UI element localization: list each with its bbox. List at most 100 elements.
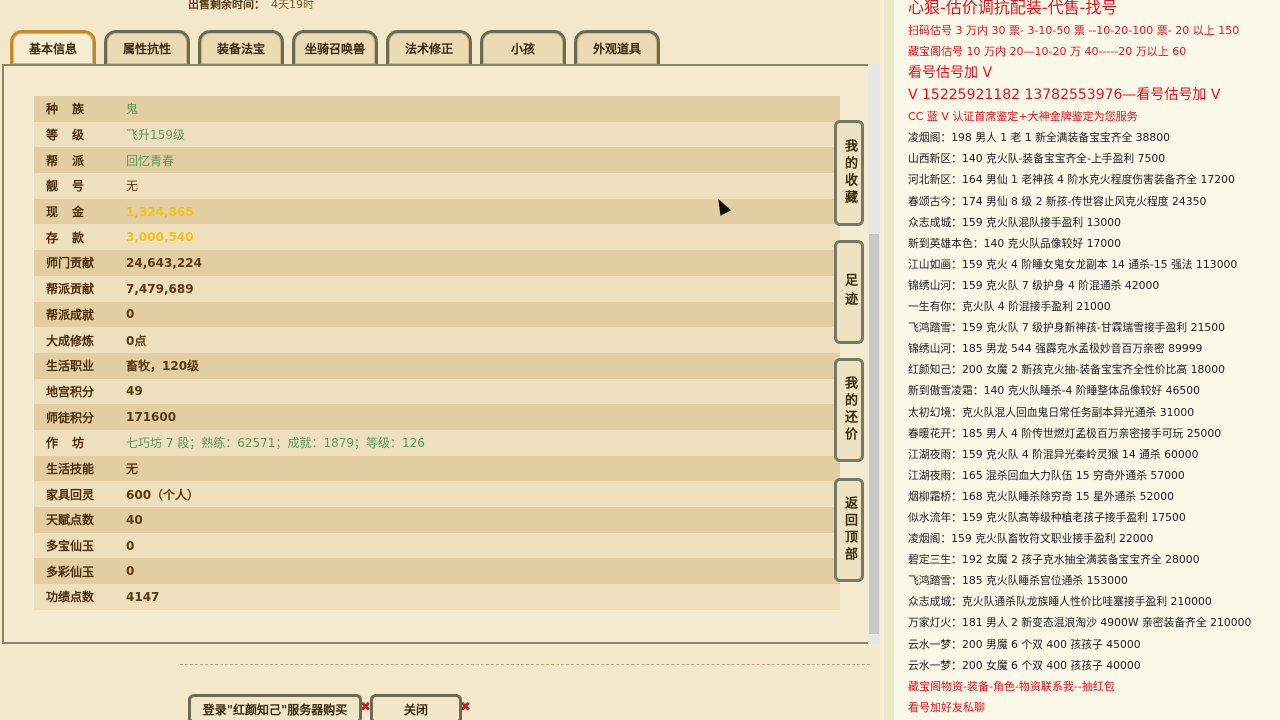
- attribute-label: 帮派贡献: [46, 282, 95, 297]
- ad-line-text: 万家灯火：181 男人 2 新变态混浪淘沙 4900W 亲密装备齐全 21000…: [908, 616, 1252, 630]
- attribute-value: 无: [126, 461, 139, 476]
- tab-equipment[interactable]: 装备法宝: [198, 30, 284, 64]
- scrollbar[interactable]: [868, 64, 880, 644]
- tab-attributes-resistance[interactable]: 属性抗性: [104, 30, 190, 64]
- ad-line-text: V 15225921182 13782553976—看号估号加 V: [908, 87, 1221, 104]
- sale-time-value: 4天19时: [271, 0, 314, 11]
- ad-line-text: 藏宝阁物资-装备-角色-物资联系我--抽红包: [908, 679, 1115, 693]
- attribute-label: 多宝仙玉: [46, 539, 95, 554]
- attribute-label: 生活技能: [46, 461, 95, 476]
- attribute-label: 功绩点数: [46, 590, 95, 605]
- ad-line: V 15225921182 13782553976—看号估号加 V: [908, 84, 1280, 106]
- ad-line-text: 云水一梦：200 女魔 6 个双 400 孩孩子 40000: [908, 658, 1141, 672]
- ad-line-text: 众志成城：159 克火队混队接手盈利 13000: [908, 215, 1121, 229]
- tab-mounts-summons[interactable]: 坐骑召唤兽: [292, 30, 378, 64]
- attribute-label: 师徒积分: [46, 410, 95, 425]
- attribute-label: 大成修炼: [46, 333, 95, 348]
- attribute-label: 天赋点数: [46, 513, 95, 528]
- info-panel: 种族鬼等级 飞升159级 帮派 回忆青春 靓号无现金 1,324,865 存款 3,000,5…: [2, 64, 872, 644]
- attribute-row: 天赋点数 40: [34, 507, 840, 533]
- ad-line: 似水流年：159 克火队高等级种植老孩子接手盈利 17500: [908, 507, 1280, 528]
- my-bargain-button[interactable]: 我的还价: [834, 358, 864, 462]
- attribute-label: 作坊: [46, 436, 99, 451]
- attribute-row: 师门贡献 24,643,224: [34, 250, 840, 276]
- ad-line-text: 河北新区：164 男仙 1 老神孩 4 阶水克火程度伤害装备齐全 17200: [908, 173, 1235, 187]
- ad-line: 碧定三生：192 女魔 2 孩子克水抽全满装备宝宝齐全 28000: [908, 549, 1280, 570]
- ad-line: 众志成城：克火队通杀队龙族睡人性价比哇塞接手盈利 210000: [908, 591, 1280, 612]
- login-server-buy-button[interactable]: 登录"红颜知己"服务器购买: [188, 694, 362, 720]
- footprint-label: 足迹: [842, 273, 857, 311]
- ad-line-text: 新到傲雪凌霜：140 克火队睡杀-4 阶睡整体品像较好 46500: [908, 384, 1200, 398]
- ad-line: 万家灯火：181 男人 2 新变态混浪淘沙 4900W 亲密装备齐全 21000…: [908, 612, 1280, 633]
- attribute-label: 多彩仙玉: [46, 564, 95, 579]
- my-favorites-button[interactable]: 我的收藏: [834, 120, 864, 226]
- ad-line-text: 太初幻境：克火队混人回血鬼日常任务副本异光通杀 31000: [908, 405, 1195, 419]
- sale-time-label: 出售剩余时间：: [188, 0, 265, 11]
- back-to-top-label: 返回顶部: [842, 496, 857, 564]
- close-button[interactable]: 关闭: [370, 694, 462, 720]
- ad-line-text: 碧定三生：192 女魔 2 孩子克水抽全满装备宝宝齐全 28000: [908, 553, 1200, 567]
- ad-line: 藏宝阁物资-装备-角色-物资联系我--抽红包: [908, 676, 1280, 697]
- ad-line: 看号估号加 V: [908, 62, 1280, 84]
- attribute-value: 0点: [126, 333, 147, 348]
- attribute-row: 存款 3,000,540: [34, 224, 840, 251]
- ad-lines: 扫码估号 3 万内 30 票- 3-10-50 票 --10-20-100 票-…: [908, 20, 1280, 718]
- attribute-row: 等级 飞升159级: [34, 121, 840, 148]
- ad-line-text: 锦绣山河：159 克火队 7 级护身 4 阶混通杀 42000: [908, 278, 1160, 292]
- ad-line-text: 江湖夜雨：159 克火队 4 阶混异光秦岭灵猴 14 通杀 60000: [908, 447, 1199, 461]
- ad-line-text: 藏宝阁估号 10 万内 20—10-20 万 40-----20 万以上 60: [908, 45, 1187, 59]
- game-window: 出售剩余时间： 4天19时 基本信息 属性抗性 装备法宝 坐骑召唤兽 法术修正 小…: [0, 0, 880, 720]
- ad-line: 凌烟阁：159 克火队畜牧符文职业接手盈利 22000: [908, 528, 1280, 549]
- tab-spell-correction[interactable]: 法术修正: [386, 30, 472, 64]
- scrollbar-thumb[interactable]: [869, 234, 879, 634]
- ad-line-text: 一生有你：克火队 4 阶混接手盈利 21000: [908, 300, 1111, 314]
- ad-line-text: 飞鸿踏雪：185 克火队睡杀宫位通杀 153000: [908, 574, 1128, 588]
- ad-line: 烟柳霜桥：168 克火队睡杀除穷奇 15 星外通杀 52000: [908, 486, 1280, 507]
- attribute-label: 师门贡献: [46, 256, 95, 271]
- attribute-row: 生活技能 无: [34, 455, 840, 482]
- footprint-button[interactable]: 足迹: [834, 240, 864, 344]
- attribute-label: 地宫积分: [46, 384, 95, 399]
- ad-line-text: 看号估号加 V: [908, 65, 993, 82]
- ad-line: 锦绣山河：185 男龙 544 强霹克水孟极妙音百万亲密 89999: [908, 338, 1280, 359]
- attribute-value: 171600: [126, 410, 177, 425]
- attribute-label: 靓号: [46, 179, 99, 194]
- ad-line-text: CC 蓝 V 认证首席鉴定+大神金牌鉴定为您服务: [908, 110, 1138, 124]
- ad-line: 江湖夜雨：159 克火队 4 阶混异光秦岭灵猴 14 通杀 60000: [908, 444, 1280, 465]
- attribute-label: 种族: [46, 102, 99, 117]
- ad-line: 红颜知己：200 女魔 2 新孩克火抽-装备宝宝齐全性价比高 18000: [908, 359, 1280, 380]
- ad-line-text: 江湖夜雨：165 混杀回血大力队伍 15 穷奇外通杀 57000: [908, 468, 1185, 482]
- attribute-value: 4147: [126, 589, 160, 604]
- ad-line-text: 烟柳霜桥：168 克火队睡杀除穷奇 15 星外通杀 52000: [908, 489, 1174, 503]
- ad-line-text: 江山如画：159 克火 4 阶睡女鬼女龙副本 14 通杀-15 强法 11300…: [908, 257, 1238, 271]
- ad-line: 江湖夜雨：165 混杀回血大力队伍 15 穷奇外通杀 57000: [908, 465, 1280, 486]
- ad-line-text: 众志成城：克火队通杀队龙族睡人性价比哇塞接手盈利 210000: [908, 595, 1212, 609]
- attribute-value: 畜牧，120级: [126, 359, 200, 374]
- attribute-row: 帮派贡献 7,479,689: [34, 275, 840, 302]
- attribute-value: 0: [126, 564, 135, 579]
- back-to-top-button[interactable]: 返回顶部: [834, 478, 864, 582]
- attribute-label: 等级: [46, 128, 99, 143]
- overlay-edge: [884, 0, 894, 720]
- ad-line-text: 飞鸿踏雪：159 克火队 7 级护身新神孩-甘霖瑞雪接手盈利 21500: [908, 321, 1225, 335]
- ad-line-text: 红颜知己：200 女魔 2 新孩克火抽-装备宝宝齐全性价比高 18000: [908, 363, 1225, 377]
- tab-children[interactable]: 小孩: [480, 30, 566, 64]
- attribute-label: 存款: [46, 230, 99, 245]
- attribute-label: 帮派: [46, 153, 99, 168]
- ad-line: 锦绣山河：159 克火队 7 级护身 4 阶混通杀 42000: [908, 275, 1280, 296]
- ad-line-text: 凌烟阁：159 克火队畜牧符文职业接手盈利 22000: [908, 532, 1154, 546]
- attribute-label: 家具回灵: [46, 487, 95, 502]
- ad-line: 春暖花开：185 男人 4 阶传世燃灯孟极百万亲密接手可玩 25000: [908, 423, 1280, 444]
- tab-basic-info[interactable]: 基本信息: [10, 30, 96, 64]
- sale-remaining-time: 出售剩余时间： 4天19时: [188, 0, 314, 12]
- ad-line: 看号加好友私聊: [908, 697, 1280, 718]
- attribute-row: 靓号 无: [34, 173, 840, 199]
- ad-line: 藏宝阁估号 10 万内 20—10-20 万 40-----20 万以上 60: [908, 41, 1280, 62]
- ad-line: 一生有你：克火队 4 阶混接手盈利 21000: [908, 296, 1280, 317]
- ad-line: 云水一梦：200 男魔 6 个双 400 孩孩子 45000: [908, 634, 1280, 655]
- tab-appearance-items[interactable]: 外观道具: [574, 30, 660, 64]
- close-x-icon-2[interactable]: ✖: [460, 700, 471, 715]
- ad-line: 河北新区：164 男仙 1 老神孩 4 阶水克火程度伤害装备齐全 17200: [908, 169, 1280, 190]
- attribute-label: 现金: [46, 205, 99, 220]
- ad-line: 扫码估号 3 万内 30 票- 3-10-50 票 --10-20-100 票-…: [908, 20, 1280, 41]
